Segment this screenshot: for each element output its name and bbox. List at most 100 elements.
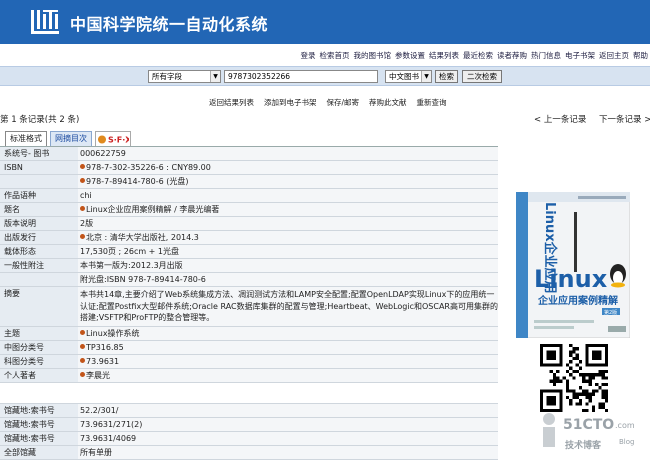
nav-link-home[interactable]: 返回主页 [599,50,629,62]
record-field-label: 出版发行 [0,231,78,244]
record-field-label: 馆藏地:索书号 [0,403,78,417]
watermark-person-icon [543,413,555,447]
recommend-purchase-link[interactable]: 荐购此文献 [369,97,407,108]
record-field-label: 载体形态 [0,245,78,258]
record-field-text: 17,530页 ; 26cm + 1光盘 [80,247,180,256]
new-search-link[interactable]: 重新查询 [417,97,447,108]
secondary-search-button[interactable]: 二次检索 [462,70,502,83]
watermark-subtitle: 技术博客 [565,441,602,451]
top-navigation: 登录 检索首页 我的图书馆 参数设置 结果列表 最近检索 读者荐购 热门信息 电… [301,50,649,62]
bullet-icon [80,206,85,211]
chevron-down-icon: ▼ [421,71,431,82]
record-field-value[interactable]: 73.9631 [78,354,498,368]
watermark-logo-text: 51CTO [563,417,615,433]
record-field-text: 所有单册 [80,447,112,457]
nav-link-settings[interactable]: 参数设置 [395,50,425,62]
record-field-value: 2版 [78,217,498,230]
cover-subtitle: 企业应用案例精解 [537,294,618,307]
record-field-value: 73.9631/271(2) [78,417,498,431]
record-field-label: 全部馆藏 [0,445,78,459]
record-field-value: chi [78,189,498,202]
nav-link-result-list[interactable]: 结果列表 [429,50,459,62]
record-field-text: 本书第一版为:2012.3月出版 [80,261,183,270]
database-select[interactable]: 中文图书 ▼ [385,70,432,83]
record-field-text: 2版 [80,219,94,228]
search-field-value: 所有字段 [152,72,182,81]
nav-link-login[interactable]: 登录 [301,50,316,62]
record-row: 个人著者 李晨光 [0,368,498,383]
record-field-label: 主题 [0,326,78,340]
library-logo-icon [31,10,59,34]
bullet-icon [80,343,85,349]
record-row: 馆藏地:索书号 52.2/301/ [0,403,498,418]
cover-title: Linux [534,265,608,293]
record-field-value: 附光盘:ISBN 978-7-89414-780-6 [78,273,498,286]
record-row: 系统号- 图书 000622759 [0,147,498,161]
record-row: 一般性附注 本书第一版为:2012.3月出版 [0,259,498,273]
nav-link-ebook-shelf[interactable]: 电子书架 [565,50,595,62]
record-field-value[interactable]: 北京 : 清华大学出版社, 2014.3 [78,231,498,244]
record-row: 馆藏地:索书号 73.9631/4069 [0,431,498,446]
chevron-down-icon: ▼ [210,71,220,82]
record-field-text: 李晨光 [86,370,110,380]
nav-link-search-home[interactable]: 检索首页 [320,50,350,62]
next-record-link[interactable]: 下一条记录 > [599,113,650,125]
add-to-ebookshelf-link[interactable]: 添加到电子书架 [264,97,317,108]
record-field-text: Linux操作系统 [86,328,140,338]
record-row: 科图分类号 73.9631 [0,354,498,369]
qr-code-image [540,344,608,412]
bullet-icon [80,371,85,377]
record-row: 附光盘:ISBN 978-7-89414-780-6 [0,273,498,287]
record-field-label: ISBN [0,161,78,174]
record-row: 出版发行 北京 : 清华大学出版社, 2014.3 [0,231,498,245]
record-field-value[interactable]: Linux操作系统 [78,326,498,340]
record-field-text: 本书共14章,主要介绍了Web系统集成方法、凋润测试方法和LAMP安全配置;配置… [80,290,498,322]
record-field-value[interactable]: 978-7-302-35226-6 : CNY89.00 [78,161,498,174]
record-field-label [0,175,78,188]
record-field-label: 个人著者 [0,368,78,382]
record-field-value[interactable]: 李晨光 [78,368,498,382]
nav-link-my-library[interactable]: 我的图书馆 [354,50,392,62]
record-field-label: 中图分类号 [0,340,78,354]
search-button[interactable]: 检索 [435,70,458,83]
bullet-icon [80,234,85,239]
record-field-label: 科图分类号 [0,354,78,368]
record-field-label: 一般性附注 [0,259,78,272]
search-field-select[interactable]: 所有字段 ▼ [148,70,221,83]
record-field-label: 作品语种 [0,189,78,202]
format-tabs: 标准格式 网摘目次 S·F·X [5,131,131,146]
record-row: 题名 Linux企业应用案例精解 / 李晨光编著 [0,203,498,217]
back-to-results-link[interactable]: 返回结果列表 [209,97,254,108]
record-row: 全部馆藏 所有单册 [0,445,498,460]
record-field-text: Linux企业应用案例精解 / 李晨光编著 [86,205,220,214]
bullet-icon [80,164,85,169]
record-field-text: 73.9631/4069 [80,433,137,443]
record-field-text: 北京 : 清华大学出版社, 2014.3 [86,233,199,242]
previous-record-link[interactable]: < 上一条记录 [534,113,586,125]
tab-sfx[interactable]: S·F·X [95,131,131,146]
nav-link-help[interactable]: 帮助 [633,50,648,62]
record-field-value[interactable]: 978-7-89414-780-6 (光盘) [78,175,498,188]
record-field-value: 73.9631/4069 [78,431,498,445]
record-count: 第 1 条记录(共 2 条) [0,115,80,125]
search-input[interactable] [224,70,378,83]
nav-link-hot-info[interactable]: 热门信息 [531,50,561,62]
record-field-value[interactable]: TP316.85 [78,340,498,354]
record-row: 载体形态 17,530页 ; 26cm + 1光盘 [0,245,498,259]
record-field-value: 本书共14章,主要介绍了Web系统集成方法、凋润测试方法和LAMP安全配置;配置… [78,287,498,326]
record-field-value[interactable]: Linux企业应用案例精解 / 李晨光编著 [78,203,498,216]
tab-toc[interactable]: 网摘目次 [50,131,92,146]
record-field-label: 版本说明 [0,217,78,230]
record-field-value: 所有单册 [78,445,498,459]
header-bar: 中国科学院统一自动化系统 [0,0,650,44]
tab-standard-format[interactable]: 标准格式 [5,131,47,146]
bullet-icon [80,357,85,363]
record-field-text: TP316.85 [86,342,124,352]
nav-link-recent-searches[interactable]: 最近检索 [463,50,493,62]
save-mail-link[interactable]: 保存/邮寄 [327,97,360,108]
record-field-text: chi [80,191,92,200]
record-row: 馆藏地:索书号 73.9631/271(2) [0,417,498,432]
nav-link-recommend[interactable]: 读者荐购 [497,50,527,62]
record-actions: 返回结果列表 添加到电子书架 保存/邮寄 荐购此文献 重新查询 [209,97,447,108]
record-row: 主题 Linux操作系统 [0,326,498,341]
